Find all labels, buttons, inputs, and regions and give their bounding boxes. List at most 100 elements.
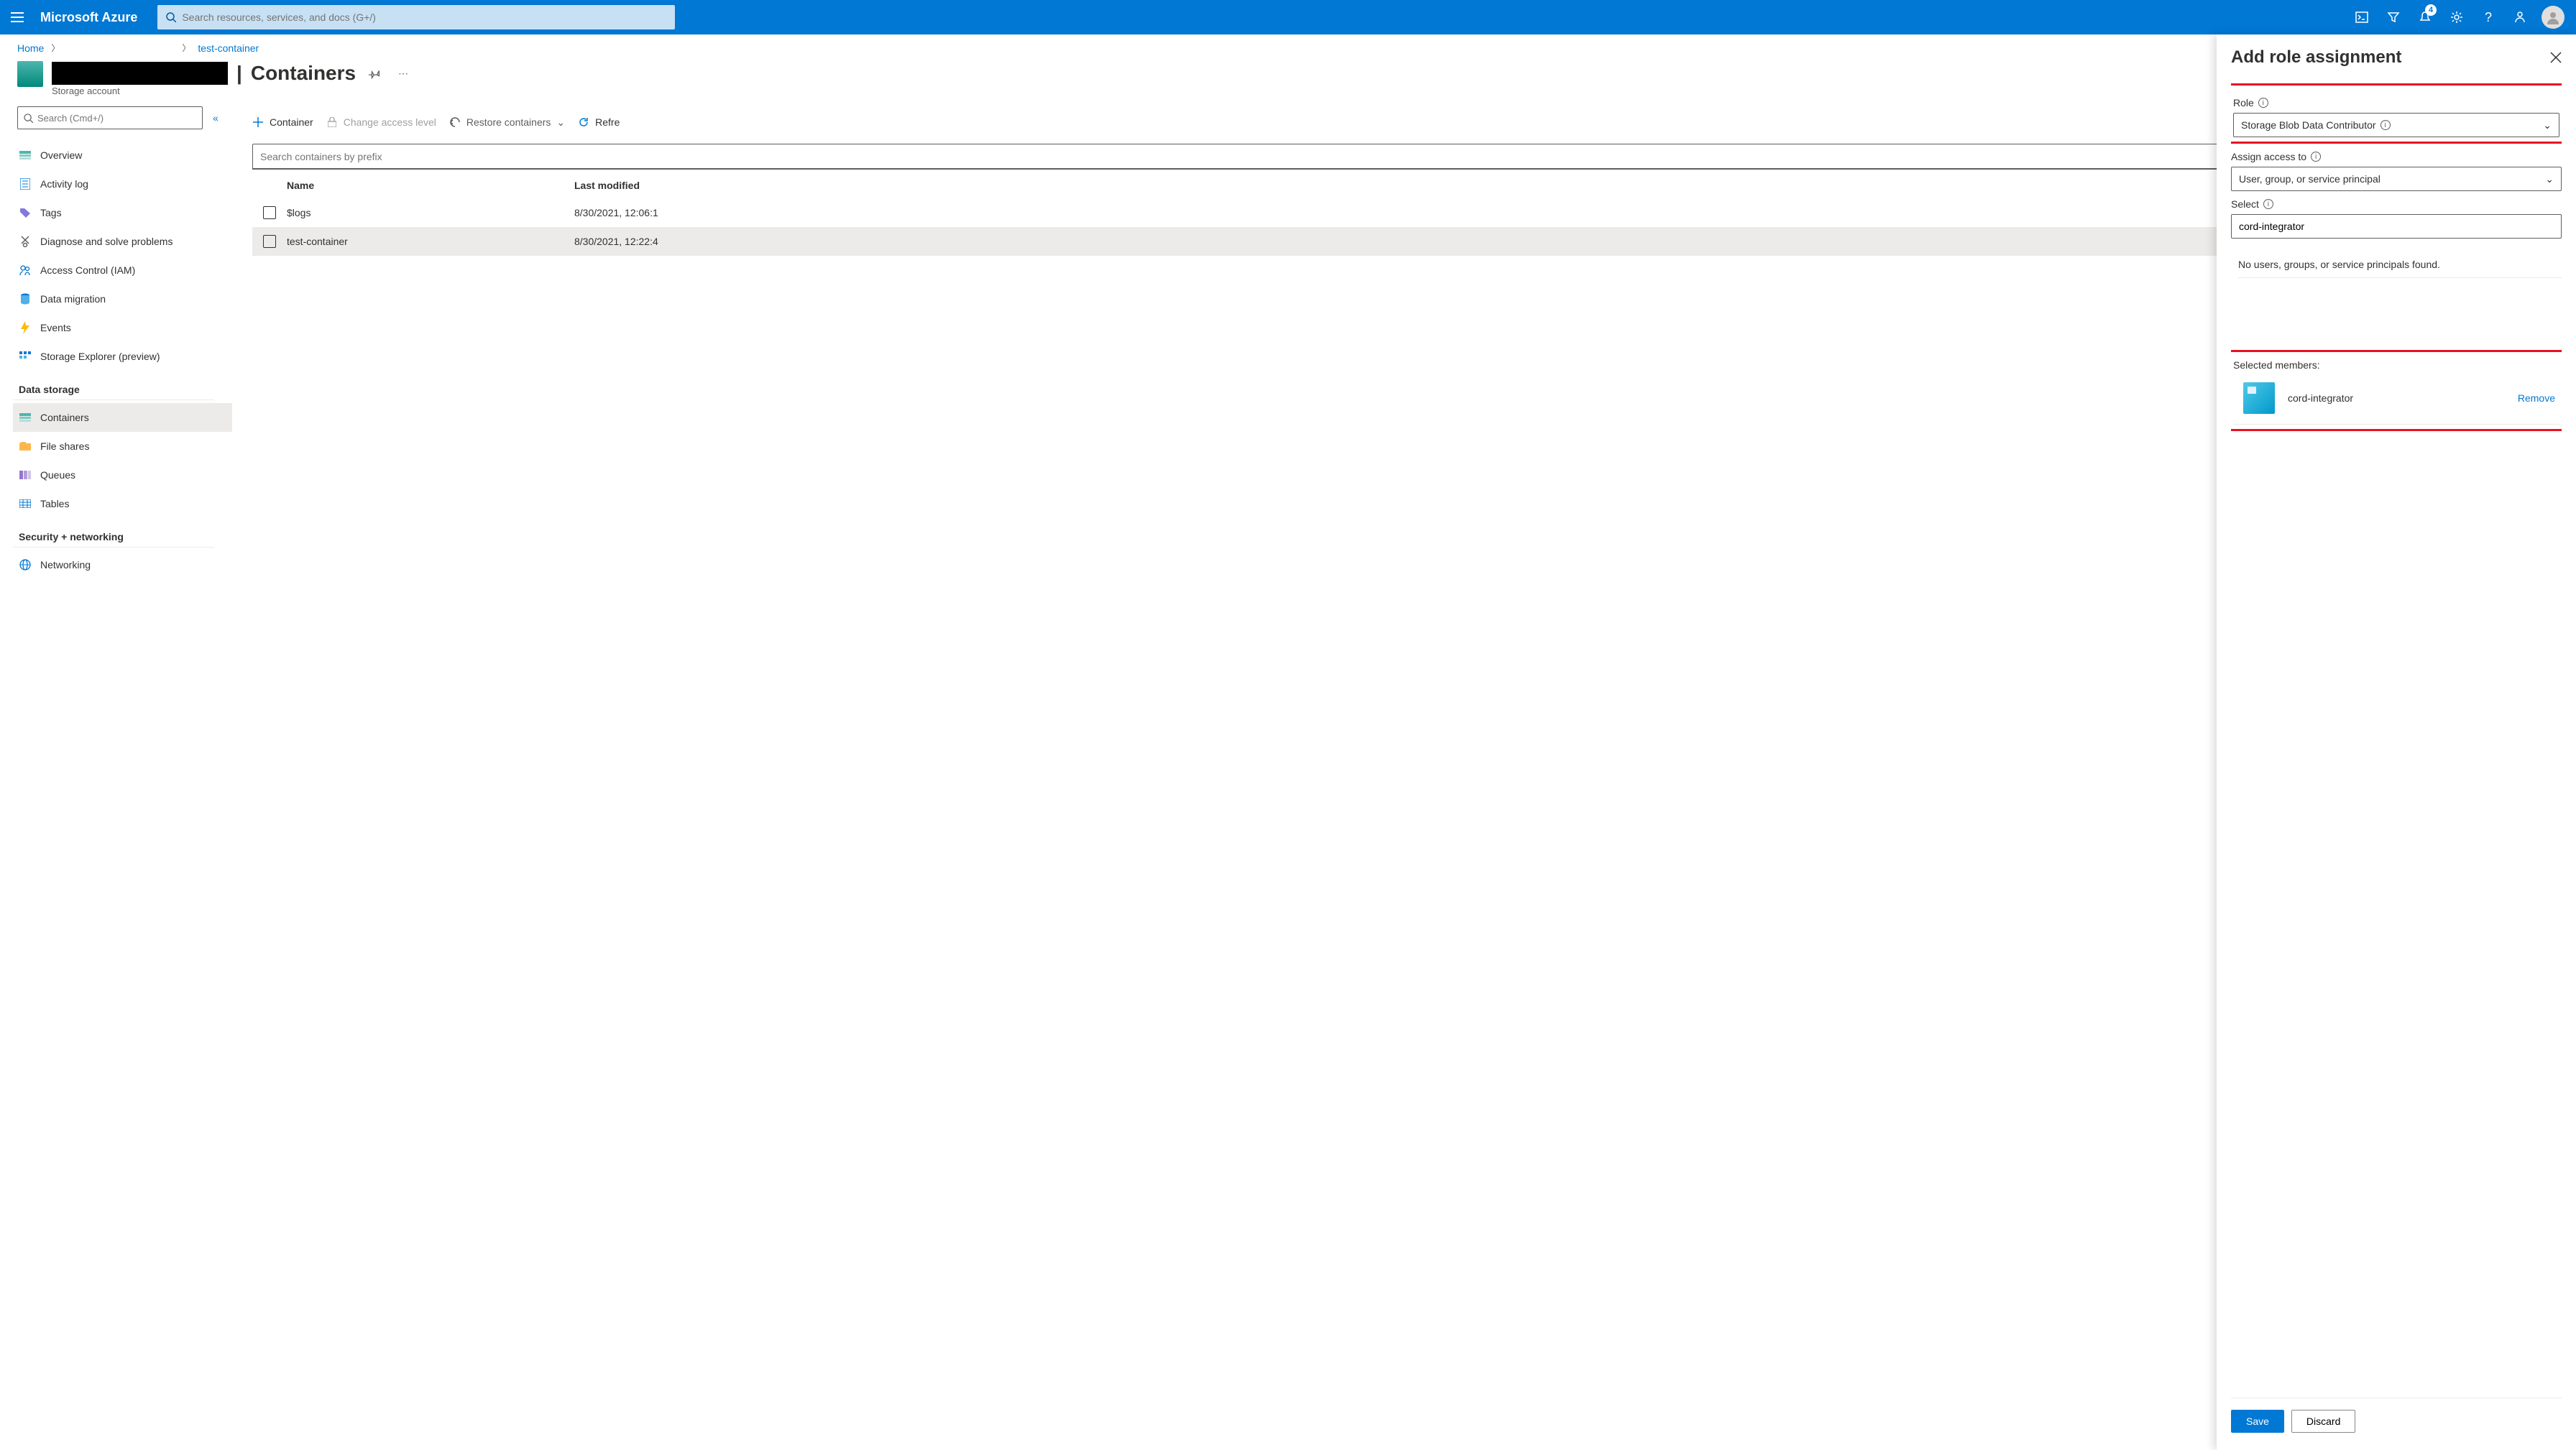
column-name[interactable]: Name	[287, 180, 574, 191]
sidebar-item-events[interactable]: Events	[13, 313, 232, 342]
sidebar-item-tags[interactable]: Tags	[13, 198, 232, 227]
restore-containers-button[interactable]: Restore containers ⌄	[449, 116, 565, 129]
info-icon[interactable]: i	[2311, 152, 2321, 162]
gear-icon	[2450, 11, 2463, 24]
global-search-input[interactable]	[182, 11, 666, 23]
data-migration-icon	[19, 292, 32, 305]
collapse-sidebar-button[interactable]: «	[213, 112, 218, 124]
panel-footer: Save Discard	[2231, 1398, 2562, 1437]
feedback-button[interactable]	[2504, 0, 2536, 34]
role-label: Rolei	[2233, 97, 2559, 108]
change-access-level-button: Change access level	[326, 116, 436, 128]
select-input[interactable]	[2231, 214, 2562, 239]
resource-subtype: Storage account	[0, 86, 2576, 96]
lock-icon	[326, 116, 338, 128]
sidebar-item-label: Data migration	[40, 293, 106, 305]
tool-label: Restore containers	[466, 116, 551, 128]
sidebar-item-label: Queues	[40, 469, 75, 481]
role-dropdown[interactable]: Storage Blob Data Contributori ⌄	[2233, 113, 2559, 137]
storage-explorer-icon	[19, 350, 32, 363]
app-icon	[2243, 382, 2275, 414]
highlight-role: Rolei Storage Blob Data Contributori ⌄	[2231, 83, 2562, 144]
containers-icon	[19, 411, 32, 424]
sidebar-group-data-storage: Data storage	[13, 371, 214, 400]
sidebar-item-queues[interactable]: Queues	[13, 461, 232, 489]
add-container-button[interactable]: Container	[252, 116, 313, 128]
topbar: Microsoft Azure 4 ?	[0, 0, 2576, 34]
pin-button[interactable]	[364, 63, 385, 83]
assign-access-value: User, group, or service principal	[2239, 173, 2380, 185]
sidebar-item-label: Access Control (IAM)	[40, 264, 135, 276]
tables-icon	[19, 497, 32, 510]
queues-icon	[19, 468, 32, 481]
discard-button[interactable]: Discard	[2291, 1410, 2355, 1433]
assign-access-dropdown[interactable]: User, group, or service principal ⌄	[2231, 167, 2562, 191]
chevron-double-left-icon: «	[213, 112, 218, 124]
help-button[interactable]: ?	[2472, 0, 2504, 34]
sidebar-item-file-shares[interactable]: File shares	[13, 432, 232, 461]
sidebar-item-networking[interactable]: Networking	[13, 550, 232, 579]
cloud-shell-icon	[2355, 11, 2368, 23]
sidebar-item-containers[interactable]: Containers	[13, 403, 232, 432]
info-icon[interactable]: i	[2263, 199, 2273, 209]
storage-account-icon	[17, 61, 43, 87]
info-icon[interactable]: i	[2258, 98, 2268, 108]
filter-icon	[2387, 11, 2400, 24]
sidebar-search-input[interactable]	[37, 113, 196, 124]
sidebar-item-activity-log[interactable]: Activity log	[13, 170, 232, 198]
menu-toggle[interactable]	[6, 6, 29, 29]
page-title: Containers	[251, 62, 356, 85]
settings-button[interactable]	[2441, 0, 2472, 34]
remove-member-button[interactable]: Remove	[2518, 392, 2555, 404]
chevron-down-icon: ⌄	[2545, 173, 2554, 185]
no-results-message: No users, groups, or service principals …	[2238, 259, 2562, 278]
notification-badge: 4	[2425, 4, 2437, 16]
save-button[interactable]: Save	[2231, 1410, 2284, 1433]
cloud-shell-button[interactable]	[2346, 0, 2378, 34]
close-panel-button[interactable]	[2550, 52, 2562, 63]
global-search[interactable]	[157, 5, 675, 29]
plus-icon	[252, 116, 264, 128]
row-checkbox[interactable]	[263, 206, 276, 219]
sidebar-item-label: Tables	[40, 498, 69, 509]
brand-label[interactable]: Microsoft Azure	[40, 10, 137, 25]
person-icon	[2546, 10, 2560, 24]
ellipsis-icon: ⋯	[398, 68, 408, 80]
refresh-button[interactable]: Refre	[578, 116, 620, 128]
sidebar-item-storage-explorer[interactable]: Storage Explorer (preview)	[13, 342, 232, 371]
directories-button[interactable]	[2378, 0, 2409, 34]
sidebar-item-label: Overview	[40, 149, 82, 161]
sidebar-item-label: Diagnose and solve problems	[40, 236, 172, 247]
sidebar: « Overview Activity log Tags Diagnose an…	[13, 106, 232, 1446]
more-button[interactable]: ⋯	[393, 63, 413, 83]
notifications-button[interactable]: 4	[2409, 0, 2441, 34]
chevron-down-icon: ⌄	[556, 116, 565, 129]
events-icon	[19, 321, 32, 334]
breadcrumb-home[interactable]: Home	[17, 42, 44, 54]
sidebar-item-diagnose[interactable]: Diagnose and solve problems	[13, 227, 232, 256]
sidebar-search[interactable]	[17, 106, 203, 129]
row-name[interactable]: $logs	[287, 207, 574, 218]
account-avatar[interactable]	[2542, 6, 2564, 29]
sidebar-item-label: Storage Explorer (preview)	[40, 351, 160, 362]
search-icon	[24, 114, 33, 123]
row-checkbox[interactable]	[263, 235, 276, 248]
sidebar-item-data-migration[interactable]: Data migration	[13, 285, 232, 313]
row-name[interactable]: test-container	[287, 236, 574, 247]
sidebar-item-label: Networking	[40, 559, 91, 571]
tool-label: Container	[270, 116, 313, 128]
tool-label: Change access level	[344, 116, 436, 128]
info-icon[interactable]: i	[2380, 120, 2391, 130]
close-icon	[2550, 52, 2562, 63]
breadcrumb-current[interactable]: test-container	[198, 42, 259, 54]
resource-name-redacted	[52, 62, 228, 85]
hamburger-icon	[11, 12, 24, 22]
sidebar-item-label: Tags	[40, 207, 62, 218]
sidebar-item-tables[interactable]: Tables	[13, 489, 232, 518]
chevron-down-icon: ⌄	[2543, 119, 2552, 131]
sidebar-item-iam[interactable]: Access Control (IAM)	[13, 256, 232, 285]
chevron-right-icon: 〉	[182, 42, 190, 54]
panel-title: Add role assignment	[2231, 47, 2401, 68]
sidebar-item-label: Events	[40, 322, 71, 333]
sidebar-item-overview[interactable]: Overview	[13, 141, 232, 170]
